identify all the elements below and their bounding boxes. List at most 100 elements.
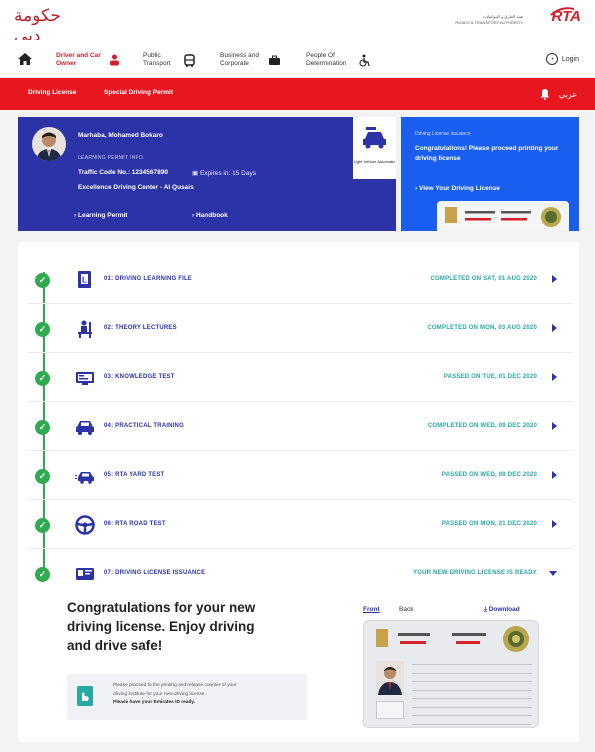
- user-photo: [36, 132, 62, 161]
- handbook-link[interactable]: › Handbook: [192, 212, 228, 219]
- login-label: Login: [561, 55, 579, 63]
- vehicle-category-badge: Light Vehicle Automatic: [353, 117, 396, 179]
- dubai-government-logo[interactable]: حكومة دبي GOVERNMENT OF DUBAI: [14, 6, 92, 51]
- step-knowledge-test[interactable]: ✓ 03: KNOWLEDGE TEST PASSED ON TUE, 01 D…: [28, 354, 573, 402]
- license-category-box: [376, 701, 404, 719]
- nav-item-people-of-determination[interactable]: People Of Determination: [306, 47, 371, 73]
- check-icon: ✓: [35, 371, 50, 386]
- chevron-right-icon: [552, 373, 557, 381]
- chevron-right-icon: ›: [415, 185, 418, 192]
- learning-permit-label: Learning Permit: [77, 212, 128, 219]
- notice-line-bold: Please have your Emirates ID ready.: [113, 700, 196, 705]
- congratulations-heading: Congratulations for your new driving lic…: [67, 600, 256, 653]
- print-instructions-text: Please proceed to the printing and relea…: [113, 682, 301, 708]
- rta-logo[interactable]: هيئة الطرق و المواصلات ROADS & TRANSPORT…: [431, 7, 581, 34]
- home-icon[interactable]: [18, 53, 32, 65]
- license-progress-panel: ✓ L 01: DRIVING LEARNING FILE COMPLETED …: [18, 242, 579, 742]
- step-status: PASSED ON MON, 21 DEC 2020: [441, 521, 537, 527]
- step-status: COMPLETED ON SAT, 01 AUG 2020: [430, 276, 537, 282]
- check-icon: ✓: [35, 518, 50, 533]
- nav-item-driver-and-car-owner[interactable]: Driver and Car Owner: [56, 47, 121, 73]
- notice-line: driving institute for your new driving l…: [113, 691, 206, 697]
- step-status: COMPLETED ON WED, 09 DEC 2020: [427, 423, 537, 429]
- nav-item-public-transport[interactable]: Public Transport: [143, 47, 196, 73]
- license-holder-photo: [378, 667, 402, 695]
- service-subnav: Driving License Special Driving Permit ع…: [0, 78, 595, 110]
- nav-item-label: People Of Determination: [306, 52, 347, 67]
- language-switcher[interactable]: عربي: [539, 88, 577, 100]
- view-driving-license-link[interactable]: › View Your Driving License: [415, 185, 500, 192]
- check-icon: ✓: [35, 420, 50, 435]
- svg-text:L: L: [82, 276, 87, 285]
- chevron-right-icon: [552, 471, 557, 479]
- driving-center: Excellence Driving Center - Al Qusais: [78, 184, 194, 191]
- car-icon: [363, 127, 386, 149]
- calendar-icon: ▣: [192, 170, 200, 177]
- chevron-down-icon: [549, 571, 557, 576]
- check-icon: ✓: [35, 273, 50, 288]
- top-header: حكومة دبي GOVERNMENT OF DUBAI هيئة الطرق…: [0, 0, 595, 51]
- check-icon: ✓: [35, 567, 50, 582]
- license-detail-rows: [412, 659, 532, 727]
- tab-driving-license[interactable]: Driving License: [28, 89, 76, 96]
- driver-icon: [110, 54, 119, 65]
- learning-permit-link[interactable]: › Learning Permit: [74, 212, 127, 219]
- permit-expiry: ▣ Expires in: 15 Days: [192, 169, 256, 177]
- print-instructions-notice: Please proceed to the printing and relea…: [67, 674, 307, 720]
- briefcase-icon: [269, 55, 280, 65]
- download-button[interactable]: ⤓ Download: [484, 606, 520, 614]
- chevron-right-icon: ›: [74, 212, 77, 219]
- document-icon: [77, 686, 93, 706]
- uae-emblem-icon: [376, 626, 529, 652]
- main-nav: Driver and Car Owner Public Transport Bu…: [0, 40, 595, 78]
- chevron-right-icon: [552, 520, 557, 528]
- login-button[interactable]: ◔ Login: [545, 53, 579, 65]
- step-status: YOUR NEW DRIVING LICENSE IS READY: [413, 570, 537, 576]
- tab-special-driving-permit[interactable]: Special Driving Permit: [104, 89, 173, 96]
- step-title: 07: DRIVING LICENSE ISSUANCE: [104, 570, 206, 576]
- language-label: عربي: [558, 89, 577, 99]
- hand-icon: [82, 692, 89, 701]
- learner-profile-card: Marhaba, Mohamed Bokaro LEARNING PERMIT …: [18, 117, 396, 231]
- wheelchair-icon: [359, 54, 370, 67]
- notification-bell-icon[interactable]: [539, 88, 551, 100]
- step-rta-road-test[interactable]: ✓ 06: RTA ROAD TEST PASSED ON MON, 21 DE…: [28, 501, 573, 549]
- notice-line: Please proceed to the printing and relea…: [113, 683, 237, 688]
- car-icon: [76, 421, 94, 435]
- license-card-preview[interactable]: [437, 201, 569, 231]
- rta-swoosh-icon: [550, 7, 575, 16]
- license-photo: [376, 661, 404, 695]
- download-label: Download: [488, 606, 520, 613]
- rta-name-english: ROADS & TRANSPORT AUTHORITY: [455, 20, 523, 25]
- lecture-icon: [78, 320, 92, 338]
- step-driving-license-issuance[interactable]: ✓ 07: DRIVING LICENSE ISSUANCE YOUR NEW …: [28, 550, 573, 598]
- step-title: 06: RTA ROAD TEST: [104, 521, 166, 527]
- permit-info-label: LEARNING PERMIT INFO.: [78, 155, 145, 161]
- front-toggle[interactable]: Front: [363, 606, 380, 613]
- issuance-card-message: Congratulations! Please proceed printing…: [415, 145, 559, 162]
- step-driving-learning-file[interactable]: ✓ L 01: DRIVING LEARNING FILE COMPLETED …: [28, 256, 573, 304]
- step-title: 02: THEORY LECTURES: [104, 325, 177, 331]
- step-title: 05: RTA YARD TEST: [104, 472, 165, 478]
- step-title: 03: KNOWLEDGE TEST: [104, 374, 175, 380]
- chevron-right-icon: [552, 422, 557, 430]
- step-theory-lectures[interactable]: ✓ 02: THEORY LECTURES COMPLETED ON MON, …: [28, 305, 573, 353]
- check-icon: ✓: [35, 469, 50, 484]
- step-status: COMPLETED ON MON, 03 AUG 2020: [427, 325, 537, 331]
- back-toggle[interactable]: Back: [399, 606, 413, 613]
- bus-icon: [184, 53, 195, 67]
- check-icon: ✓: [35, 322, 50, 337]
- permit-expiry-text: Expires in: 15 Days: [199, 170, 256, 177]
- step-status: PASSED ON WED, 09 DEC 2020: [441, 472, 537, 478]
- file-icon: L: [78, 271, 91, 288]
- license-card-icon: [76, 568, 94, 580]
- step-rta-yard-test[interactable]: ✓ 05: RTA YARD TEST PASSED ON WED, 09 DE…: [28, 452, 573, 500]
- chevron-right-icon: ›: [192, 212, 195, 219]
- chevron-right-icon: [552, 324, 557, 332]
- avatar: [32, 127, 66, 161]
- step-status: PASSED ON TUE, 01 DEC 2020: [443, 374, 537, 380]
- view-driving-license-label: View Your Driving License: [418, 185, 500, 192]
- step-practical-training[interactable]: ✓ 04: PRACTICAL TRAINING COMPLETED ON WE…: [28, 403, 573, 451]
- nav-item-business-and-corporate[interactable]: Business and Corporate: [220, 47, 281, 73]
- yard-car-icon: [75, 472, 94, 484]
